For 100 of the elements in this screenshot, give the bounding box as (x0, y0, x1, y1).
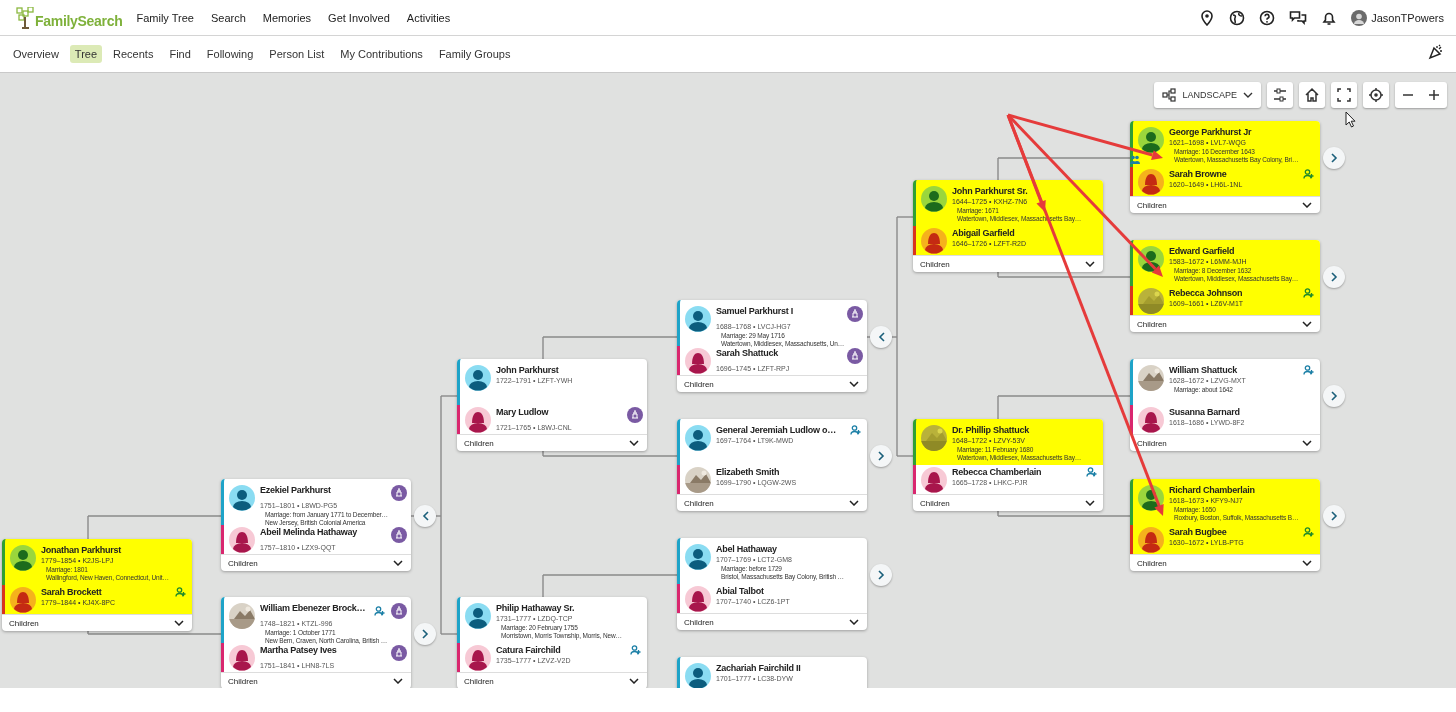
expand-button[interactable] (1323, 385, 1345, 407)
tab[interactable]: Tree (69, 45, 103, 63)
temple-icon[interactable] (391, 485, 407, 501)
person-name[interactable]: Abeil Melinda Hathaway (260, 527, 358, 538)
expand-button[interactable] (414, 623, 436, 645)
layout-dropdown[interactable]: LANDSCAPE (1154, 82, 1261, 108)
person-name[interactable]: Ezekiel Parkhurst (260, 485, 331, 496)
filter-button[interactable] (1267, 82, 1293, 108)
expand-button[interactable] (870, 564, 892, 586)
help-icon[interactable] (1259, 9, 1276, 26)
female-avatar-icon (685, 586, 711, 612)
expand-button[interactable] (1323, 147, 1345, 169)
nav-link[interactable]: Activities (406, 11, 451, 24)
person-name[interactable]: Abel Hathaway (716, 544, 777, 555)
nav-link[interactable]: Memories (262, 11, 312, 24)
people-icon[interactable] (1303, 527, 1316, 537)
expand-button[interactable] (1323, 505, 1345, 527)
tab[interactable]: Find (164, 45, 196, 63)
temple-icon[interactable] (391, 645, 407, 661)
nav-link[interactable]: Get Involved (328, 11, 390, 24)
chat-icon[interactable] (1289, 9, 1308, 26)
collapse-button[interactable] (414, 505, 436, 527)
person-name[interactable]: John Parkhurst (496, 365, 559, 376)
globe-icon[interactable] (1229, 9, 1246, 26)
person-name[interactable]: Rebecca Chamberlain (952, 467, 1042, 478)
temple-icon[interactable] (391, 603, 407, 619)
tree-logo-icon[interactable] (16, 6, 34, 29)
party-popper-icon[interactable] (1428, 44, 1444, 60)
person-name[interactable]: Abigail Garfield (952, 228, 1015, 239)
user-name[interactable]: JasonTPowers (1371, 11, 1444, 24)
expand-button[interactable] (1323, 266, 1345, 288)
children-dropdown[interactable]: Children (913, 494, 1103, 511)
person-name[interactable]: Martha Patsey Ives (260, 645, 337, 656)
temple-icon[interactable] (847, 306, 863, 322)
tab[interactable]: Following (201, 45, 259, 63)
person-name[interactable]: William Shattuck (1169, 365, 1237, 376)
tab[interactable]: Family Groups (433, 45, 516, 63)
children-dropdown[interactable]: Children (677, 613, 867, 630)
people-icon[interactable] (1086, 467, 1099, 477)
person-name[interactable]: Zachariah Fairchild II (716, 663, 801, 674)
tab[interactable]: My Contributions (335, 45, 428, 63)
person-name[interactable]: William Ebenezer Brock… (260, 603, 366, 614)
person-name[interactable]: John Parkhurst Sr. (952, 186, 1028, 197)
children-dropdown[interactable]: Children (913, 255, 1103, 272)
children-dropdown[interactable]: Children (677, 494, 867, 511)
avatar-icon[interactable] (1351, 9, 1368, 26)
person-name[interactable]: General Jeremiah Ludlow o… (716, 425, 837, 436)
recenter-icon (1368, 87, 1384, 103)
fullscreen-button[interactable] (1331, 82, 1357, 108)
people-icon[interactable] (850, 425, 863, 435)
chevron-right-icon (877, 570, 885, 580)
temple-icon[interactable] (627, 407, 643, 423)
person-name[interactable]: Edward Garfield (1169, 246, 1235, 257)
person-name[interactable]: Dr. Phillip Shattuck (952, 425, 1029, 436)
people-icon[interactable] (1303, 288, 1316, 298)
children-dropdown[interactable]: Children (221, 554, 411, 571)
person-name[interactable]: Catura Fairchild (496, 645, 561, 656)
male-avatar-icon (685, 663, 711, 688)
person-name[interactable]: Rebecca Johnson (1169, 288, 1243, 299)
person-name[interactable]: Sarah Bugbee (1169, 527, 1227, 538)
people-icon[interactable] (175, 587, 188, 597)
nav-link[interactable]: Family Tree (136, 11, 194, 24)
person-name[interactable]: Susanna Barnard (1169, 407, 1240, 418)
temple-icon[interactable] (391, 527, 407, 543)
person-name[interactable]: Philip Hathaway Sr. (496, 603, 575, 614)
people-icon[interactable] (374, 606, 387, 616)
person-name[interactable]: Abial Talbot (716, 586, 764, 597)
collapse-button[interactable] (870, 326, 892, 348)
person-name[interactable]: Mary Ludlow (496, 407, 549, 418)
children-dropdown[interactable]: Children (677, 375, 867, 392)
couple-icon[interactable] (1130, 155, 1140, 164)
expand-button[interactable] (870, 445, 892, 467)
chevron-down-icon (1243, 92, 1253, 98)
people-icon[interactable] (1303, 169, 1316, 179)
person-name[interactable]: Sarah Brockett (41, 587, 102, 598)
person-name[interactable]: Sarah Shattuck (716, 348, 779, 359)
nav-link[interactable]: Search (210, 11, 246, 24)
children-dropdown[interactable]: Children (1130, 554, 1320, 571)
temple-icon[interactable] (847, 348, 863, 364)
home-button[interactable] (1299, 82, 1325, 108)
recenter-button[interactable] (1363, 82, 1389, 108)
person-name[interactable]: Elizabeth Smith (716, 467, 780, 478)
tab[interactable]: Recents (108, 45, 159, 63)
people-icon[interactable] (1303, 365, 1316, 375)
zoom-in-icon[interactable] (1426, 87, 1442, 103)
tab[interactable]: Person List (264, 45, 330, 63)
location-icon[interactable] (1199, 9, 1216, 26)
person-name[interactable]: Samuel Parkhurst I (716, 306, 794, 317)
male-avatar-icon (1138, 485, 1164, 511)
children-dropdown[interactable]: Children (1130, 434, 1320, 451)
children-dropdown[interactable]: Children (457, 434, 647, 451)
children-dropdown[interactable]: Children (1130, 196, 1320, 213)
person-name[interactable]: Richard Chamberlain (1169, 485, 1255, 496)
people-icon[interactable] (630, 645, 643, 655)
children-dropdown[interactable]: Children (2, 614, 192, 631)
children-dropdown[interactable]: Children (1130, 315, 1320, 332)
tab[interactable]: Overview (8, 45, 64, 63)
person-name[interactable]: George Parkhurst Jr (1169, 127, 1252, 138)
person-name[interactable]: Sarah Browne (1169, 169, 1227, 180)
person-name[interactable]: Jonathan Parkhurst (41, 545, 122, 556)
